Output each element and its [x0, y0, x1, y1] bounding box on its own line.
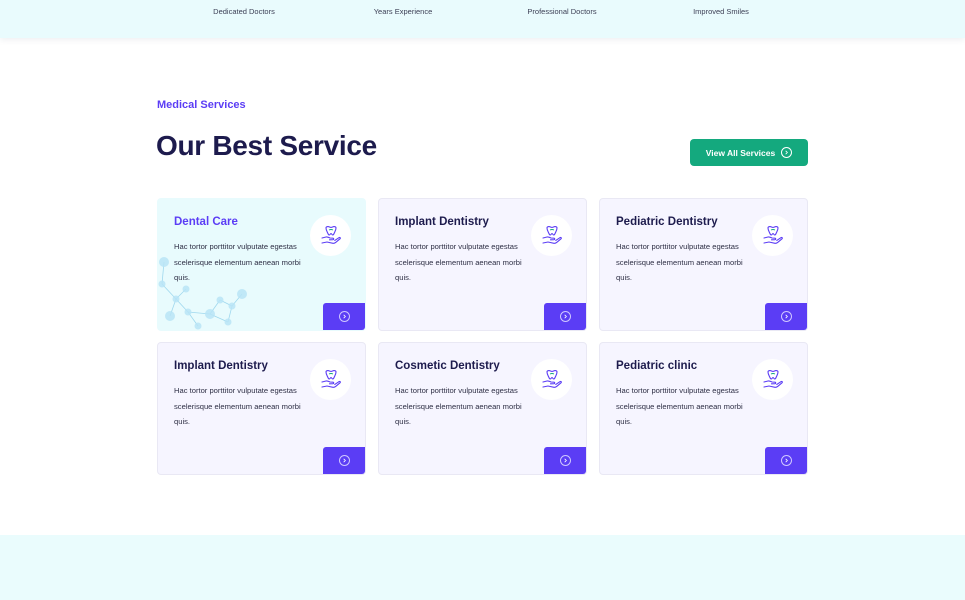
service-card-description: Hac tortor porttitor vulputate egestas s… [616, 386, 743, 426]
arrow-circle-icon [338, 311, 350, 322]
arrow-circle-icon [338, 455, 350, 466]
service-card-arrow-button[interactable] [544, 303, 586, 330]
service-card-description: Hac tortor porttitor vulputate egestas s… [395, 386, 522, 426]
stats-bar: Dedicated Doctors Years Experience Profe… [0, 0, 965, 38]
service-card-description: Hac tortor porttitor vulputate egestas s… [616, 242, 743, 282]
service-card-arrow-button[interactable] [323, 303, 365, 330]
section-title: Our Best Service [156, 130, 377, 161]
service-card-title: Pediatric clinic [616, 360, 698, 372]
service-card[interactable]: Implant Dentistry Hac tortor porttitor v… [378, 198, 587, 331]
service-card-title: Implant Dentistry [174, 360, 268, 372]
stat-label-dedicated-doctors: Dedicated Doctors [213, 7, 275, 16]
service-card-arrow-button[interactable] [765, 303, 807, 330]
service-card-description: Hac tortor porttitor vulputate egestas s… [174, 242, 301, 282]
tooth-in-hand-icon [310, 359, 351, 400]
service-card-title: Implant Dentistry [395, 216, 489, 228]
service-card-title: Pediatric Dentistry [616, 216, 718, 228]
service-card-description: Hac tortor porttitor vulputate egestas s… [174, 386, 301, 426]
service-card-title: Cosmetic Dentistry [395, 360, 500, 372]
service-card[interactable]: Pediatric Dentistry Hac tortor porttitor… [599, 198, 808, 331]
view-all-services-label: View All Services [705, 147, 776, 158]
tooth-in-hand-icon [310, 215, 351, 256]
service-card-title: Dental Care [174, 216, 238, 228]
arrow-circle-icon [780, 311, 792, 322]
service-card[interactable]: Cosmetic Dentistry Hac tortor porttitor … [378, 342, 587, 475]
stat-label-years-experience: Years Experience [373, 7, 433, 16]
arrow-circle-icon [781, 147, 793, 158]
stat-label-professional-doctors: Professional Doctors [527, 7, 597, 16]
service-card-description: Hac tortor porttitor vulputate egestas s… [395, 242, 522, 282]
arrow-circle-icon [559, 311, 571, 322]
service-card-arrow-button[interactable] [544, 447, 586, 474]
arrow-circle-icon [780, 455, 792, 466]
service-card[interactable]: Implant Dentistry Hac tortor porttitor v… [157, 342, 366, 475]
next-section-band [0, 535, 965, 600]
arrow-circle-icon [559, 455, 571, 466]
tooth-in-hand-icon [752, 359, 793, 400]
next-section-faded-heading [435, 594, 535, 598]
service-card[interactable]: Pediatric clinic Hac tortor porttitor vu… [599, 342, 808, 475]
section-eyebrow: Medical Services [157, 99, 246, 111]
service-card-arrow-button[interactable] [765, 447, 807, 474]
service-card-arrow-button[interactable] [323, 447, 365, 474]
tooth-in-hand-icon [531, 359, 572, 400]
tooth-in-hand-icon [752, 215, 793, 256]
stat-label-improved-smiles: Improved Smiles [693, 7, 749, 16]
service-card[interactable]: Dental Care Hac tortor porttitor vulputa… [157, 198, 366, 331]
view-all-services-button[interactable]: View All Services [690, 139, 808, 166]
tooth-in-hand-icon [531, 215, 572, 256]
